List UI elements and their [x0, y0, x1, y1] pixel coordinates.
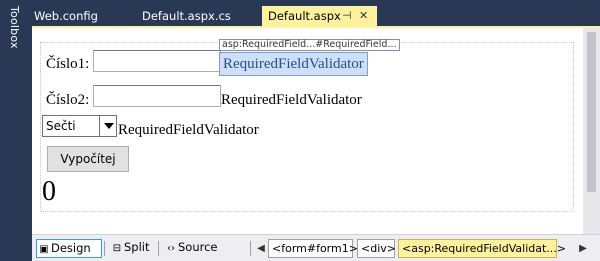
document-tab-bar: Web.config Default.aspx.cs Default.aspx …: [28, 6, 600, 26]
design-view-button[interactable]: ▣ Design: [36, 239, 102, 258]
operation-dropdown[interactable]: Sečti: [42, 115, 117, 137]
design-editor[interactable]: Číslo1: asp:RequiredField...#RequiredFie…: [32, 26, 600, 236]
split-view-label: Split: [124, 240, 150, 254]
divider: [250, 241, 251, 256]
close-icon[interactable]: ✕: [359, 6, 368, 26]
design-view-label: Design: [51, 241, 91, 255]
split-view-button[interactable]: ⊟ Split: [110, 239, 156, 258]
pin-icon[interactable]: ⊣: [342, 6, 352, 26]
tab-default-aspx[interactable]: Default.aspx ⊣ ✕: [262, 6, 377, 26]
source-view-label: Source: [178, 240, 218, 254]
calculate-button[interactable]: Vypočítej: [47, 146, 129, 172]
toolbox-strip[interactable]: Toolbox: [0, 0, 28, 261]
label-cislo1: Číslo1:: [46, 56, 90, 72]
scrollbar-thumb[interactable]: [587, 32, 596, 192]
breadcrumb-div[interactable]: <div>: [357, 239, 396, 258]
breadcrumb-right-arrow-icon[interactable]: ▶: [578, 239, 588, 258]
tab-web-config[interactable]: Web.config: [28, 6, 123, 26]
textbox-cislo1[interactable]: [93, 50, 221, 72]
chevron-down-icon[interactable]: [99, 116, 116, 136]
divider: [104, 241, 105, 256]
label-cislo2: Číslo2:: [46, 92, 90, 108]
tab-default-aspx-cs[interactable]: Default.aspx.cs: [136, 6, 256, 26]
operation-selected: Sečti: [46, 119, 76, 133]
source-view-button[interactable]: ‹› Source: [164, 239, 226, 258]
view-bar: ▣ Design ⊟ Split ‹› Source ◀ <form#form1> <…: [32, 234, 600, 261]
breadcrumb-form[interactable]: <form#form1>: [268, 239, 358, 258]
breadcrumb-left-arrow-icon[interactable]: ◀: [256, 239, 266, 258]
textbox-cislo2[interactable]: [93, 85, 221, 107]
validator2[interactable]: RequiredFieldValidator: [221, 92, 362, 109]
result-label: 0: [42, 176, 56, 207]
validator3[interactable]: RequiredFieldValidator: [118, 122, 259, 139]
source-icon: ‹›: [167, 243, 175, 254]
divider: [158, 241, 159, 256]
tag-tooltip: asp:RequiredField...#RequiredField...: [219, 39, 400, 51]
design-icon: ▣: [39, 244, 49, 255]
breadcrumb-validator[interactable]: <asp:RequiredFieldValidat...>: [398, 239, 566, 258]
tab-default-aspx-label: Default.aspx: [268, 9, 341, 23]
vertical-scrollbar[interactable]: [583, 28, 600, 236]
split-icon: ⊟: [112, 243, 122, 254]
toolbox-label[interactable]: Toolbox: [8, 6, 21, 49]
validator1-selected[interactable]: RequiredFieldValidator: [219, 52, 368, 76]
